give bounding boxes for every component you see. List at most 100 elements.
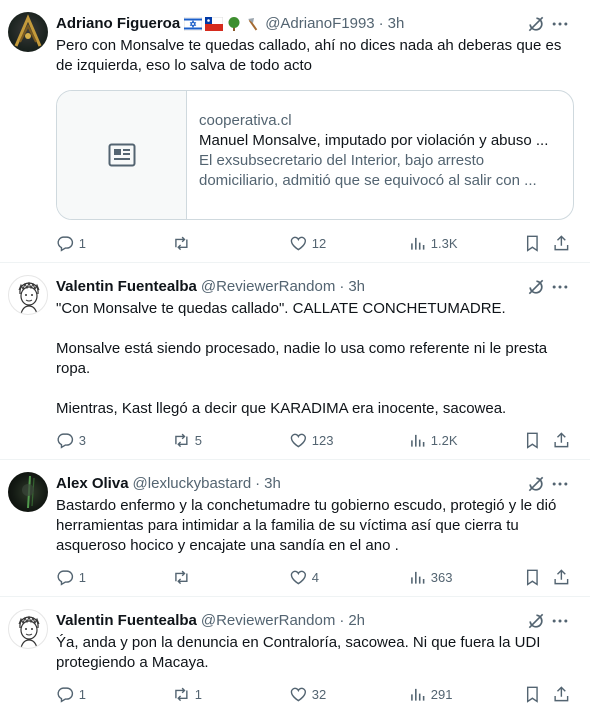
retweet-button[interactable] [172,567,195,587]
tweet[interactable]: Valentin Fuentealba @ReviewerRandom · 2h… [0,597,590,709]
reply-icon [57,687,74,703]
views-count: 1.3K [430,235,458,251]
retweet-count: 5 [194,432,202,448]
author-name[interactable]: Alex Oliva [56,474,129,494]
author-name[interactable]: Adriano Figueroa [56,14,180,34]
tweet-text: Bastardo enfermo y la conchetumadre tu g… [56,496,570,556]
retweet-icon [175,236,188,250]
like-button[interactable]: 32 [289,684,326,704]
more-icon[interactable] [550,611,570,631]
retweet-icon [175,570,188,584]
tweet-time[interactable]: 2h [348,611,365,631]
separator-dot: · [378,15,384,32]
separator-dot: · [339,278,345,295]
action-bar: 1 1 32 291 [56,684,572,704]
reply-button[interactable]: 3 [56,430,86,450]
tweet-header: Valentin Fuentealba @ReviewerRandom · 3h [56,277,365,297]
tweet-text-line: Pero con Monsalve te quedas callado, ahí… [56,37,562,74]
share-button[interactable] [552,567,571,587]
like-icon [290,687,307,702]
action-bar: 1 4 363 [56,567,572,587]
like-count: 123 [311,432,334,448]
like-button[interactable]: 12 [289,233,326,253]
avatar[interactable] [8,275,48,315]
like-count: 4 [311,569,319,585]
retweet-count: 1 [194,686,202,702]
bookmark-button[interactable] [523,684,542,704]
separator-dot: · [255,475,261,492]
author-name[interactable]: Valentin Fuentealba [56,277,197,297]
avatar[interactable] [8,12,48,52]
tweet-text-line [56,319,570,339]
reply-count: 1 [78,569,86,585]
tweet-text-line: Mientras, Kast llegó a decir que KARADIM… [56,400,507,417]
share-icon [554,685,569,701]
share-button[interactable] [552,430,571,450]
more-icon[interactable] [550,14,570,34]
author-handle[interactable]: @AdrianoF1993 [265,14,374,34]
bookmark-icon [526,686,538,703]
card-body: cooperativa.cl Manuel Monsalve, imputado… [199,111,561,191]
tweet-header: Adriano Figueroa @AdrianoF1993 · 3h [56,14,404,34]
israel-flag-icon [184,17,203,31]
tweet[interactable]: Valentin Fuentealba @ReviewerRandom · 3h… [0,263,590,460]
tweet-text: Pero con Monsalve te quedas callado, ahí… [56,36,570,76]
author-handle[interactable]: @lexluckybastard [133,474,252,494]
tweet-time[interactable]: 3h [264,474,281,494]
author-handle[interactable]: @ReviewerRandom [201,277,335,297]
retweet-button[interactable] [172,233,195,253]
views-button[interactable]: 291 [408,684,452,704]
author-name[interactable]: Valentin Fuentealba [56,611,197,631]
card-description: El exsubsecretario del Interior, bajo ar… [199,152,537,189]
bookmark-button[interactable] [523,233,542,253]
views-icon [411,434,425,447]
reply-button[interactable]: 1 [56,684,86,704]
like-count: 32 [311,686,327,702]
tweet-time[interactable]: 3h [348,277,365,297]
views-button[interactable]: 1.3K [408,233,458,253]
avatar-image [18,281,40,314]
tweet-time[interactable]: 3h [388,14,405,34]
tweet-text: "Con Monsalve te quedas callado". CALLAT… [56,299,570,419]
tweet-header: Alex Oliva @lexluckybastard · 3h [56,474,281,494]
views-icon [411,571,425,584]
grok-icon[interactable] [526,611,546,631]
like-button[interactable]: 123 [289,430,333,450]
chile-flag-icon [205,17,224,31]
retweet-icon [175,433,188,447]
author-handle[interactable]: @ReviewerRandom [201,611,335,631]
avatar-image [18,615,40,648]
retweet-button[interactable]: 5 [172,430,202,450]
like-button[interactable]: 4 [289,567,319,587]
more-icon[interactable] [550,474,570,494]
avatar[interactable] [8,472,48,512]
action-bar: 1 12 1.3K [56,233,572,253]
reply-button[interactable]: 1 [56,567,86,587]
bookmark-icon [526,569,538,586]
views-button[interactable]: 363 [408,567,452,587]
share-button[interactable] [552,233,571,253]
views-count: 363 [430,569,453,585]
views-icon [411,237,425,250]
reply-button[interactable]: 1 [56,233,86,253]
tweet[interactable]: Alex Oliva @lexluckybastard · 3h Bastard… [0,460,590,597]
like-icon [290,570,307,585]
grok-icon[interactable] [526,474,546,494]
bookmark-button[interactable] [523,430,542,450]
more-icon[interactable] [550,277,570,297]
tweet-header: Valentin Fuentealba @ReviewerRandom · 2h [56,611,365,631]
avatar-image [22,475,35,509]
grok-icon[interactable] [526,277,546,297]
views-count: 1.2K [430,432,458,448]
views-count: 291 [430,686,453,702]
grok-icon[interactable] [526,14,546,34]
reply-count: 1 [78,235,86,251]
share-button[interactable] [552,684,571,704]
link-card[interactable]: cooperativa.cl Manuel Monsalve, imputado… [56,90,574,220]
views-button[interactable]: 1.2K [408,430,458,450]
avatar[interactable] [8,609,48,649]
card-title: Manuel Monsalve, imputado por violación … [199,132,549,149]
tweet[interactable]: Adriano Figueroa @AdrianoF1993 · 3h Pero… [0,0,590,263]
bookmark-button[interactable] [523,567,542,587]
retweet-button[interactable]: 1 [172,684,202,704]
